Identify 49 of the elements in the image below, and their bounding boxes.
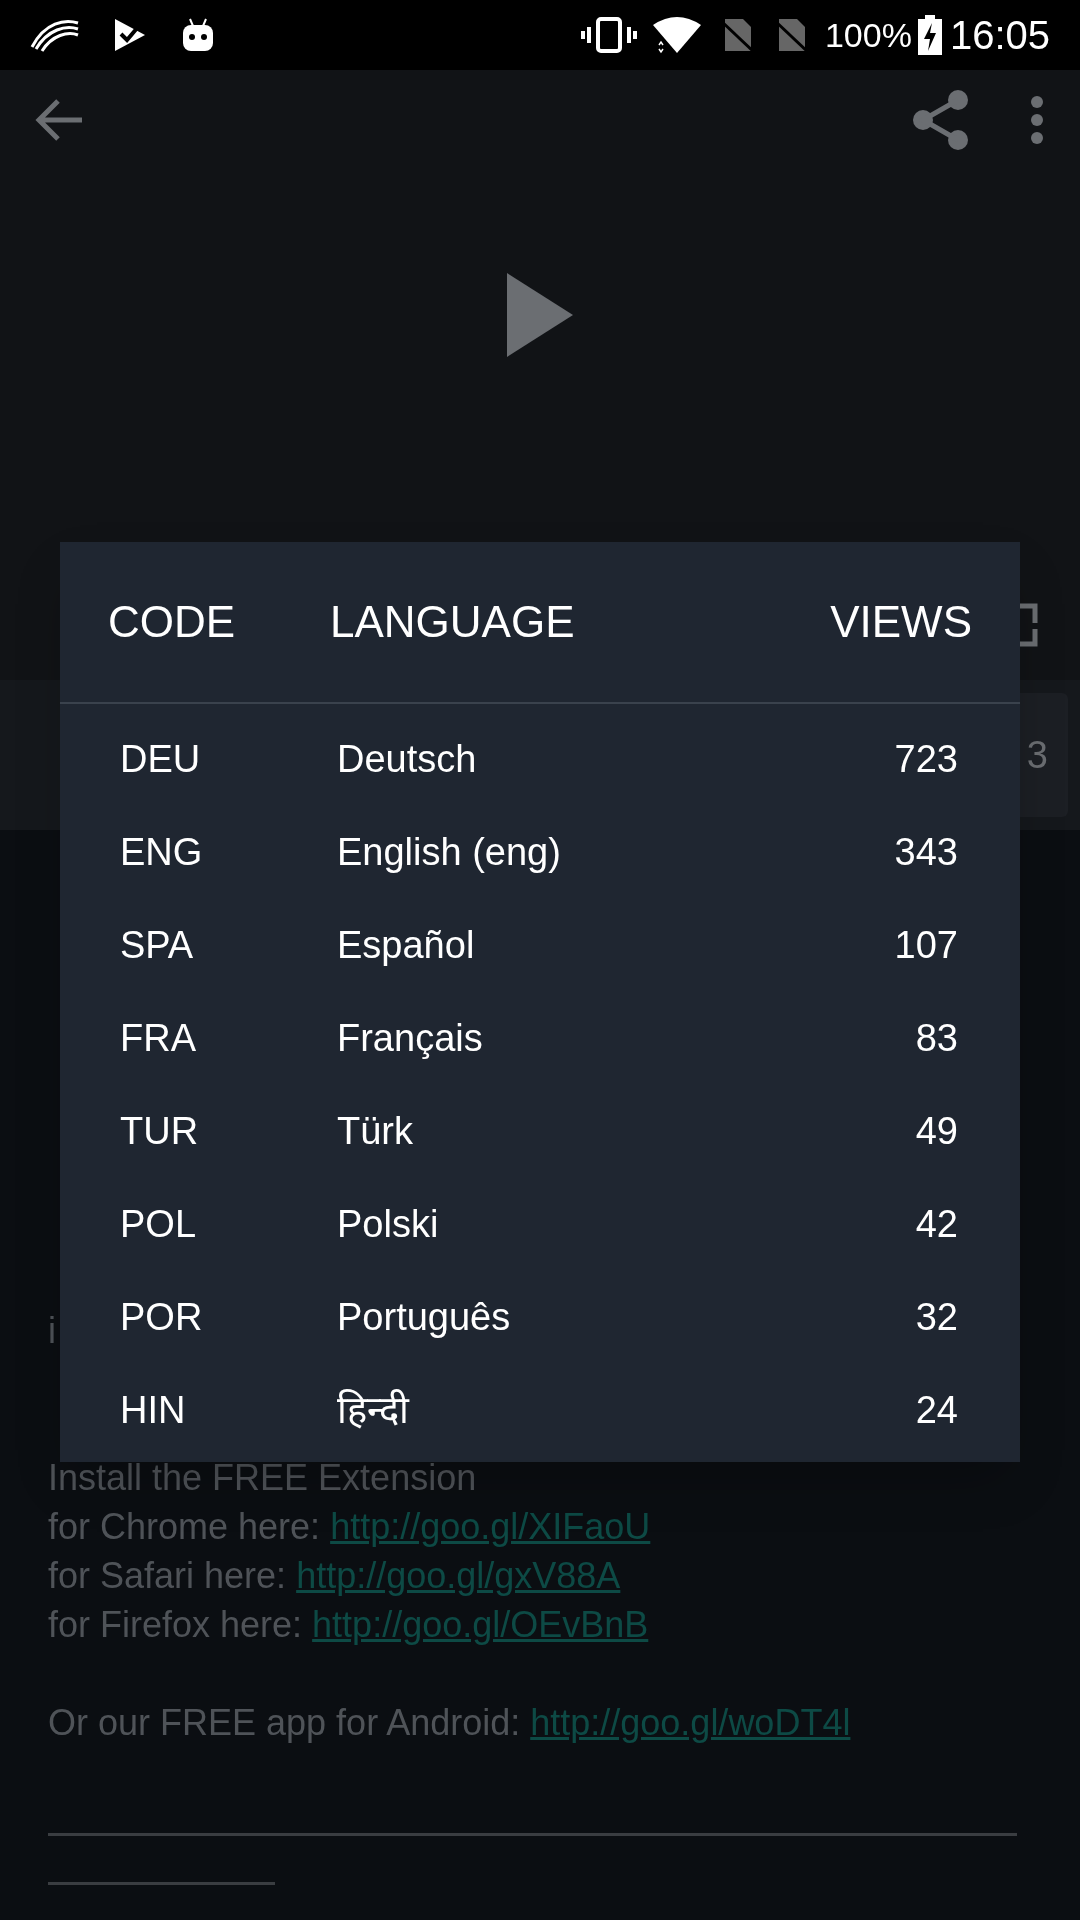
share-icon[interactable]: [912, 89, 970, 151]
link[interactable]: http://goo.gl/woDT4l: [530, 1702, 851, 1743]
vibrate-icon: [580, 17, 637, 53]
language-name: Português: [337, 1294, 512, 1340]
language-code: DEU: [120, 736, 202, 782]
description-line: for Firefox here: http://goo.gl/OEvBnB: [48, 1603, 649, 1647]
view-count: 83: [915, 1015, 958, 1061]
view-count: 24: [915, 1387, 958, 1433]
view-count: 107: [894, 922, 958, 968]
language-code: FRA: [120, 1015, 197, 1061]
stats-count: 3: [1026, 732, 1048, 778]
language-code: HIN: [120, 1387, 187, 1433]
column-header: CODE: [108, 596, 237, 648]
language-code: POR: [120, 1294, 204, 1340]
play-icon[interactable]: [507, 273, 573, 357]
view-count: 32: [915, 1294, 958, 1340]
more-options-icon[interactable]: [1030, 95, 1044, 145]
language-name: Polski: [337, 1201, 440, 1247]
battery-charging-icon: [917, 15, 942, 55]
view-count: 723: [894, 736, 958, 782]
language-name: हिन्दी: [337, 1387, 411, 1433]
view-count: 49: [915, 1108, 958, 1154]
language-name: Deutsch: [337, 736, 478, 782]
link[interactable]: http://goo.gl/OEvBnB: [312, 1604, 649, 1645]
view-count: 42: [915, 1201, 958, 1247]
language-code: POL: [120, 1201, 198, 1247]
view-count: 343: [894, 829, 958, 875]
battery-percent: 100%: [824, 14, 912, 56]
description-line: Install the FREE Extension: [48, 1456, 477, 1500]
wifi-icon: [650, 15, 703, 55]
swipe-keyboard-icon: [30, 17, 80, 53]
language-code: SPA: [120, 922, 195, 968]
description-line: for Safari here: http://goo.gl/gxV88A: [48, 1554, 621, 1598]
description-line: Or our FREE app for Android: http://goo.gl/woDT4l: [48, 1701, 851, 1745]
column-header: VIEWS: [830, 596, 972, 648]
column-header: LANGUAGE: [330, 596, 576, 648]
android-robot-icon: [180, 17, 216, 53]
link[interactable]: http://goo.gl/gxV88A: [296, 1555, 621, 1596]
link[interactable]: http://goo.gl/XIFaoU: [330, 1506, 651, 1547]
language-code: ENG: [120, 829, 204, 875]
language-name: English (eng): [337, 829, 562, 875]
language-name: Français: [337, 1015, 484, 1061]
clock: 16:05: [949, 12, 1050, 59]
language-name: Türk: [337, 1108, 414, 1154]
language-code: TUR: [120, 1108, 200, 1154]
back-arrow-icon[interactable]: [34, 98, 84, 142]
language-name: Español: [337, 922, 476, 968]
description-line: i: [48, 1309, 56, 1353]
description-line: for Chrome here: http://goo.gl/XIFaoU: [48, 1505, 651, 1549]
